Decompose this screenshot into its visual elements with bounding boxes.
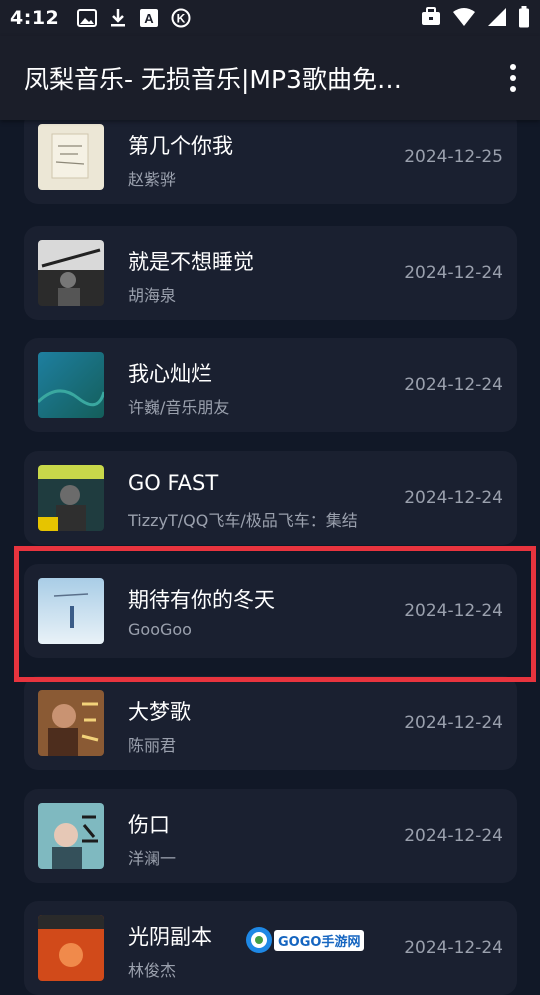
album-cover	[38, 465, 104, 531]
status-time: 4:12	[10, 7, 60, 29]
page-title: 凤梨音乐- 无损音乐|MP3歌曲免…	[24, 65, 402, 94]
a-box-icon: A	[140, 9, 159, 27]
song-date: 2024-12-24	[404, 375, 503, 395]
song-item[interactable]: GO FAST TizzyT/QQ飞车/极品飞车：集结 2024-12-24	[24, 451, 517, 545]
song-title: 大梦歌	[128, 700, 191, 724]
k-circle-icon: K	[171, 8, 191, 28]
song-item[interactable]: 期待有你的冬天 GooGoo 2024-12-24	[24, 564, 517, 658]
song-list: 第几个你我 赵紫骅 2024-12-25 就是不想睡觉 胡海泉 2024-12-…	[0, 0, 540, 995]
song-artist: 许巍/音乐朋友	[128, 398, 230, 417]
status-bar: 4:12 A K	[0, 0, 540, 36]
song-title: GO FAST	[128, 471, 219, 495]
song-artist: 胡海泉	[128, 286, 177, 305]
song-date: 2024-12-24	[404, 263, 503, 283]
album-cover	[38, 578, 104, 644]
song-artist: 洋澜一	[128, 849, 177, 868]
song-date: 2024-12-25	[404, 147, 503, 167]
svg-text:A: A	[145, 11, 155, 26]
album-cover	[38, 803, 104, 869]
song-artist: TizzyT/QQ飞车/极品飞车：集结	[128, 511, 358, 530]
song-title: 期待有你的冬天	[128, 588, 275, 612]
album-cover	[38, 690, 104, 756]
album-cover	[38, 124, 104, 190]
album-cover	[38, 352, 104, 418]
gogo-logo-icon	[246, 927, 272, 953]
song-title: 我心灿烂	[128, 362, 212, 386]
song-item[interactable]: 大梦歌 陈丽君 2024-12-24	[24, 676, 517, 770]
song-artist: GooGoo	[128, 620, 192, 639]
song-item[interactable]: 就是不想睡觉 胡海泉 2024-12-24	[24, 226, 517, 320]
app-bar: 凤梨音乐- 无损音乐|MP3歌曲免…	[0, 36, 540, 120]
more-vert-icon[interactable]	[506, 64, 520, 92]
image-icon	[77, 9, 98, 27]
song-date: 2024-12-24	[404, 601, 503, 621]
briefcase-icon	[422, 7, 440, 25]
watermark-text: GOGO手游网	[274, 929, 365, 951]
svg-text:K: K	[177, 12, 186, 26]
song-date: 2024-12-24	[404, 488, 503, 508]
song-title: 第几个你我	[128, 134, 233, 158]
song-artist: 林俊杰	[128, 961, 177, 980]
song-title: 光阴副本	[128, 925, 212, 949]
song-artist: 赵紫骅	[128, 170, 177, 189]
wifi-icon	[453, 8, 475, 26]
song-artist: 陈丽君	[128, 736, 177, 755]
song-item[interactable]: 第几个你我 赵紫骅 2024-12-25	[24, 110, 517, 204]
song-date: 2024-12-24	[404, 938, 503, 958]
watermark: GOGO手游网	[244, 924, 365, 956]
song-item[interactable]: 伤口 洋澜一 2024-12-24	[24, 789, 517, 883]
song-date: 2024-12-24	[404, 826, 503, 846]
album-cover	[38, 915, 104, 981]
song-title: 伤口	[128, 813, 170, 837]
battery-icon	[519, 6, 529, 28]
download-icon	[111, 9, 126, 27]
song-title: 就是不想睡觉	[128, 250, 254, 274]
song-item[interactable]: 我心灿烂 许巍/音乐朋友 2024-12-24	[24, 338, 517, 432]
signal-icon	[488, 8, 506, 26]
album-cover	[38, 240, 104, 306]
song-date: 2024-12-24	[404, 713, 503, 733]
